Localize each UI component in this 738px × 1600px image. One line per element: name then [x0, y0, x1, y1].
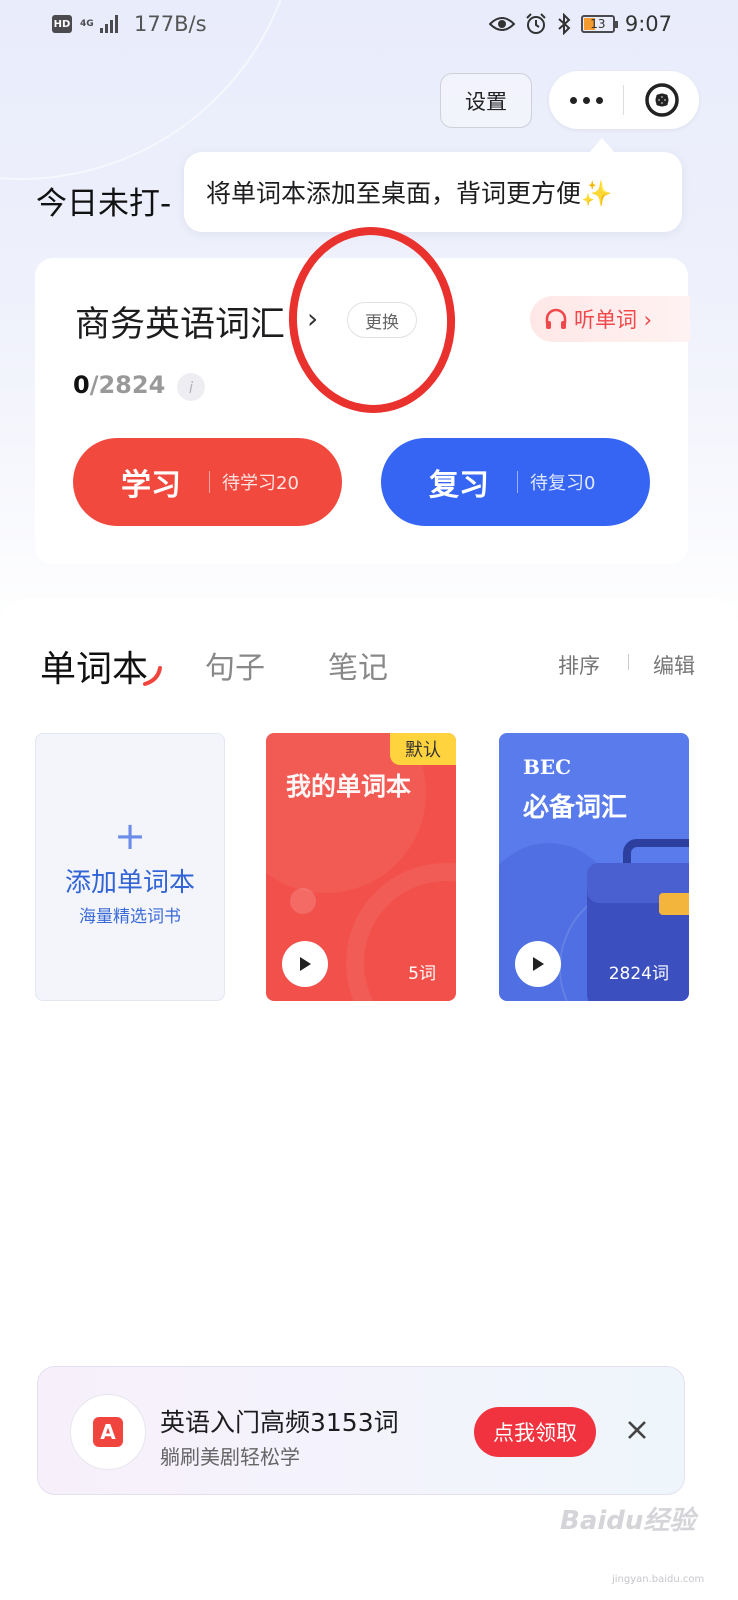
tab-sentence[interactable]: 句子: [205, 643, 265, 687]
card-decoration: [290, 888, 316, 914]
close-circle-icon: [644, 83, 679, 117]
study-button[interactable]: 学习 待学习20: [73, 438, 342, 526]
progress-done: 0: [73, 371, 90, 399]
close-icon: [628, 1421, 646, 1439]
review-label: 复习: [429, 468, 489, 503]
info-icon[interactable]: i: [177, 373, 205, 401]
bec-wordbook-play-button[interactable]: [515, 941, 561, 987]
app-logo-icon: A: [93, 1417, 123, 1447]
promo-title: 英语入门高频3153词: [160, 1408, 399, 1437]
active-tab-indicator: [143, 666, 162, 686]
watermark-url: jingyan.baidu.com: [612, 1574, 705, 1585]
my-wordbook-play-button[interactable]: [282, 941, 328, 987]
play-icon: [300, 957, 311, 971]
status-bar: HD 4G 177B/s 13 9:07: [0, 0, 738, 52]
headphones-icon: [545, 308, 567, 329]
battery-level: 13: [590, 17, 606, 31]
mini-program-capsule: [549, 71, 699, 129]
tab-notes[interactable]: 笔记: [328, 643, 388, 687]
dot-icon: [596, 96, 603, 104]
bec-wordbook-card[interactable]: BEC 必备词汇 2824词: [499, 733, 689, 1001]
tab-wordbook[interactable]: 单词本: [40, 640, 148, 692]
study-divider: [209, 471, 210, 493]
study-pending-count: 待学习20: [222, 473, 299, 494]
battery-icon: 13: [580, 15, 618, 33]
listen-words-label: 听单词 ›: [574, 308, 653, 332]
review-button[interactable]: 复习 待复习0: [381, 438, 650, 526]
promo-banner[interactable]: A 英语入门高频3153词 躺刷美剧轻松学 点我领取: [37, 1366, 685, 1495]
play-icon: [533, 957, 544, 971]
edit-button[interactable]: 编辑: [653, 650, 695, 680]
my-wordbook-count: 5词: [408, 964, 436, 984]
my-wordbook-name: 我的单词本: [286, 772, 412, 801]
promo-app-icon: A: [70, 1394, 146, 1470]
wordbook-name[interactable]: 商务英语词汇: [75, 296, 285, 347]
review-pending-count: 待复习0: [530, 473, 596, 494]
network-type: 4G: [80, 18, 94, 29]
progress-total: /2824: [89, 371, 166, 399]
network-speed: 177B/s: [134, 12, 207, 36]
bec-wordbook-title: BEC: [523, 755, 572, 779]
watermark: Baidu经验: [560, 1506, 696, 1536]
claim-button[interactable]: 点我领取: [474, 1407, 596, 1457]
eye-comfort-icon: [488, 17, 515, 31]
hd-badge: HD: [52, 15, 72, 33]
settings-button[interactable]: 设置: [440, 73, 532, 128]
bec-wordbook-count: 2824词: [608, 964, 669, 984]
my-wordbook-card[interactable]: 默认 我的单词本 5词: [266, 733, 456, 1001]
clock: 9:07: [624, 12, 672, 36]
action-divider: [628, 654, 629, 670]
promo-close-button[interactable]: [622, 1415, 652, 1445]
add-to-desktop-tooltip[interactable]: 将单词本添加至桌面，背词更方便✨: [184, 138, 682, 232]
sort-button[interactable]: 排序: [558, 650, 600, 680]
status-right: 13 9:07: [488, 12, 672, 36]
more-options-button[interactable]: [549, 71, 624, 129]
wordbook-progress: 0 /2824: [73, 371, 165, 399]
today-check-in-title: 今日未打-: [36, 186, 172, 222]
dot-icon: [583, 96, 590, 104]
study-label: 学习: [121, 468, 181, 503]
plus-icon: +: [114, 814, 146, 858]
review-divider: [517, 471, 518, 493]
dot-icon: [570, 96, 577, 104]
alarm-icon: [526, 13, 546, 34]
add-wordbook-card[interactable]: + 添加单词本 海量精选词书: [35, 733, 225, 1001]
default-badge: 默认: [390, 733, 456, 765]
add-wordbook-subtitle: 海量精选词书: [79, 907, 181, 927]
bec-wordbook-subtitle: 必备词汇: [523, 793, 628, 823]
close-mini-program-button[interactable]: [624, 71, 699, 129]
bluetooth-icon: [558, 13, 571, 35]
promo-subtitle: 躺刷美剧轻松学: [160, 1445, 300, 1469]
status-left: HD 4G 177B/s: [52, 12, 207, 36]
signal-icon: [100, 15, 118, 33]
add-wordbook-title: 添加单词本: [64, 868, 195, 898]
listen-words-button[interactable]: 听单词 ›: [530, 296, 690, 342]
